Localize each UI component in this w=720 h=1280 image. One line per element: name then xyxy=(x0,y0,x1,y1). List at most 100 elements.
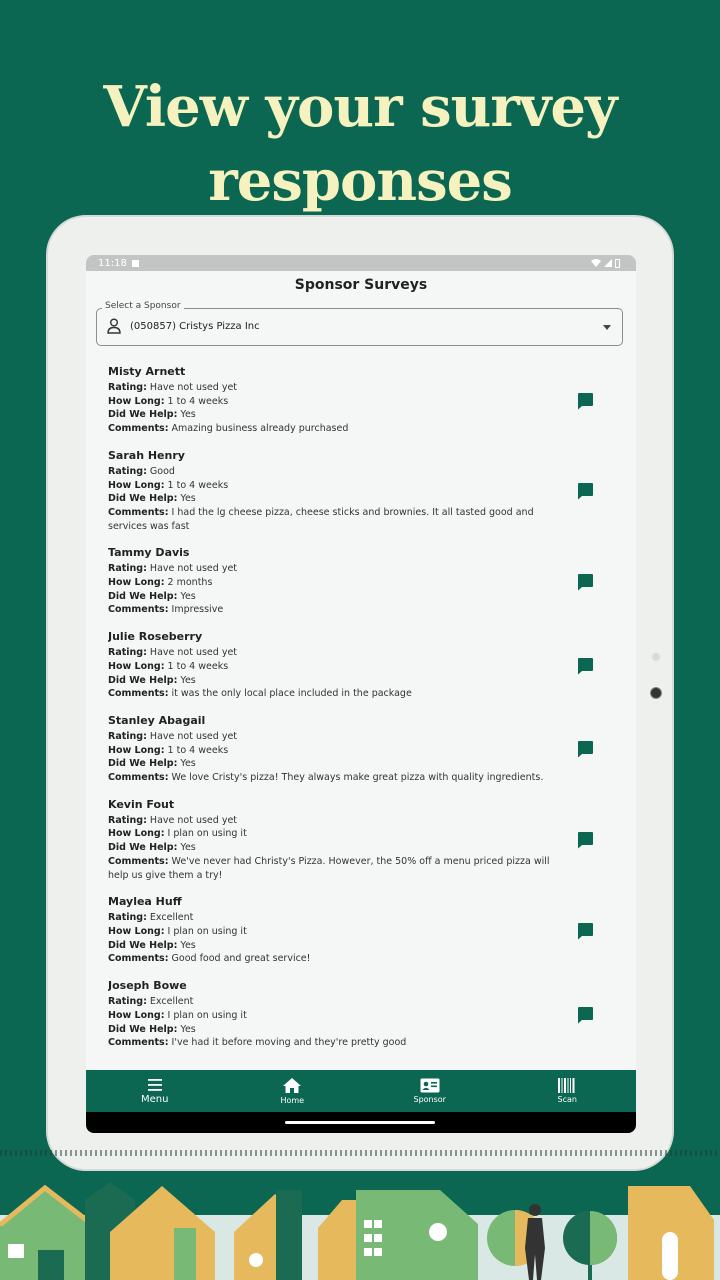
battery-icon xyxy=(615,258,620,268)
home-gesture-handle[interactable] xyxy=(285,1121,435,1124)
respondent-name: Julie Roseberry xyxy=(108,630,203,644)
response-how-long-label: How Long: xyxy=(108,744,165,756)
response-rating-label: Rating: xyxy=(108,912,147,924)
response-comments-label: Comments: xyxy=(108,855,169,867)
comment-icon[interactable] xyxy=(576,392,594,410)
response-did-we-help-value: Yes xyxy=(180,842,196,854)
comment-icon[interactable] xyxy=(576,831,594,849)
status-bar: 11:18 xyxy=(86,255,636,271)
respondent-name: Sarah Henry xyxy=(108,448,185,462)
nav-sponsor-label: Sponsor xyxy=(413,1095,446,1104)
ground-texture xyxy=(0,1150,720,1156)
response-rating-label: Rating: xyxy=(108,996,147,1008)
response-rating-value: Excellent xyxy=(149,996,194,1008)
bottom-nav: Menu Home Sponsor Scan xyxy=(86,1070,636,1112)
town-illustration xyxy=(0,1182,720,1280)
response-rating-row: Rating: Have not used yet xyxy=(108,381,563,395)
survey-response-item[interactable]: Stanley Abagail Rating: Have not used yet… xyxy=(108,714,608,785)
respondent-name: Stanley Abagail xyxy=(108,713,206,727)
survey-response-item[interactable]: Julie Roseberry Rating: Have not used yet… xyxy=(108,630,608,701)
promo-headline: View your survey responses xyxy=(0,70,720,218)
response-comments-value: I had the lg cheese pizza, cheese sticks… xyxy=(108,506,534,532)
response-how-long-row: How Long: I plan on using it xyxy=(108,827,563,841)
response-how-long-row: How Long: 2 months xyxy=(108,576,563,590)
response-rating-label: Rating: xyxy=(108,814,147,826)
comment-icon[interactable] xyxy=(576,482,594,500)
respondent-name: Maylea Huff xyxy=(108,895,182,909)
comment-icon[interactable] xyxy=(576,1006,594,1024)
survey-response-list[interactable]: Misty Arnett Rating: Have not used yet How… xyxy=(108,365,608,1062)
status-time: 11:18 xyxy=(98,257,127,269)
survey-response-item[interactable]: Maylea Huff Rating: Excellent How Long: I … xyxy=(108,895,608,966)
response-comments-row: Comments: Amazing business already purch… xyxy=(108,422,563,436)
response-did-we-help-value: Yes xyxy=(180,1023,196,1035)
response-rating-value: Have not used yet xyxy=(149,382,238,393)
comment-icon[interactable] xyxy=(576,657,594,675)
app-screen: 11:18 Sponsor Surveys Select a Sponsor (… xyxy=(86,255,636,1133)
tablet-sensor xyxy=(652,653,660,661)
response-did-we-help-value: Yes xyxy=(180,493,196,505)
wifi-icon xyxy=(591,259,601,267)
sponsor-select-value: (050857) Cristys Pizza Inc xyxy=(130,321,260,332)
survey-response-item[interactable]: Tammy Davis Rating: Have not used yet How … xyxy=(108,546,608,617)
response-did-we-help-value: Yes xyxy=(180,758,196,770)
response-rating-value: Have not used yet xyxy=(149,647,238,659)
tablet-camera xyxy=(650,687,662,699)
response-how-long-row: How Long: I plan on using it xyxy=(108,1009,563,1023)
barcode-icon xyxy=(558,1078,575,1093)
response-rating-row: Rating: Have not used yet xyxy=(108,814,563,828)
response-did-we-help-row: Did We Help: Yes xyxy=(108,841,563,855)
response-how-long-row: How Long: 1 to 4 weeks xyxy=(108,744,563,758)
survey-response-item[interactable]: Kevin Fout Rating: Have not used yet How L… xyxy=(108,798,608,883)
response-did-we-help-row: Did We Help: Yes xyxy=(108,1023,563,1037)
response-comments-value: We've never had Christy's Pizza. However… xyxy=(108,855,550,881)
respondent-name: Misty Arnett xyxy=(108,365,186,378)
response-rating-value: Have not used yet xyxy=(149,563,238,575)
response-how-long-label: How Long: xyxy=(108,925,165,937)
nav-home[interactable]: Home xyxy=(224,1070,362,1112)
response-comments-row: Comments: Impressive xyxy=(108,603,563,617)
sponsor-select[interactable]: Select a Sponsor (050857) Cristys Pizza … xyxy=(96,301,623,346)
response-did-we-help-value: Yes xyxy=(180,590,196,602)
response-rating-label: Rating: xyxy=(108,647,147,659)
response-did-we-help-label: Did We Help: xyxy=(108,409,178,421)
response-comments-row: Comments: Good food and great service! xyxy=(108,952,563,966)
response-how-long-label: How Long: xyxy=(108,577,165,589)
response-how-long-value: 1 to 4 weeks xyxy=(167,744,229,756)
page-title: Sponsor Surveys xyxy=(294,277,428,293)
response-did-we-help-row: Did We Help: Yes xyxy=(108,757,563,771)
nav-scan[interactable]: Scan xyxy=(499,1070,637,1112)
survey-response-item[interactable]: Sarah Henry Rating: Good How Long: 1 to 4 … xyxy=(108,449,608,534)
response-rating-label: Rating: xyxy=(108,563,147,575)
response-comments-row: Comments: I've had it before moving and … xyxy=(108,1036,563,1050)
comment-icon[interactable] xyxy=(576,922,594,940)
response-comments-row: Comments: We've never had Christy's Pizz… xyxy=(108,855,563,882)
survey-response-item[interactable]: Joseph Bowe Rating: Excellent How Long: I … xyxy=(108,979,608,1050)
nav-sponsor[interactable]: Sponsor xyxy=(361,1070,499,1112)
response-comments-value: I've had it before moving and they're pr… xyxy=(171,1037,407,1049)
response-comments-label: Comments: xyxy=(108,1037,169,1049)
signal-icon xyxy=(604,259,612,267)
response-how-long-row: How Long: 1 to 4 weeks xyxy=(108,660,563,674)
comment-icon[interactable] xyxy=(576,740,594,758)
notification-icon xyxy=(131,259,139,267)
nav-menu-label: Menu xyxy=(141,1093,169,1105)
nav-menu[interactable]: Menu xyxy=(86,1070,224,1112)
response-how-long-value: 1 to 4 weeks xyxy=(167,660,229,672)
sponsor-select-label: Select a Sponsor xyxy=(102,301,184,311)
response-how-long-value: I plan on using it xyxy=(167,1009,247,1021)
response-did-we-help-row: Did We Help: Yes xyxy=(108,408,563,422)
survey-response-item[interactable]: Misty Arnett Rating: Have not used yet How… xyxy=(108,365,608,436)
response-did-we-help-value: Yes xyxy=(180,674,196,686)
response-rating-row: Rating: Have not used yet xyxy=(108,646,563,660)
response-comments-label: Comments: xyxy=(108,772,169,784)
response-how-long-value: I plan on using it xyxy=(167,828,247,840)
response-did-we-help-row: Did We Help: Yes xyxy=(108,674,563,688)
comment-icon[interactable] xyxy=(576,573,594,591)
response-did-we-help-label: Did We Help: xyxy=(108,493,178,505)
headline-line-1: View your survey xyxy=(103,74,617,140)
response-rating-row: Rating: Excellent xyxy=(108,995,563,1009)
home-icon xyxy=(283,1078,302,1093)
response-rating-value: Good xyxy=(149,465,175,477)
response-how-long-label: How Long: xyxy=(108,479,165,491)
